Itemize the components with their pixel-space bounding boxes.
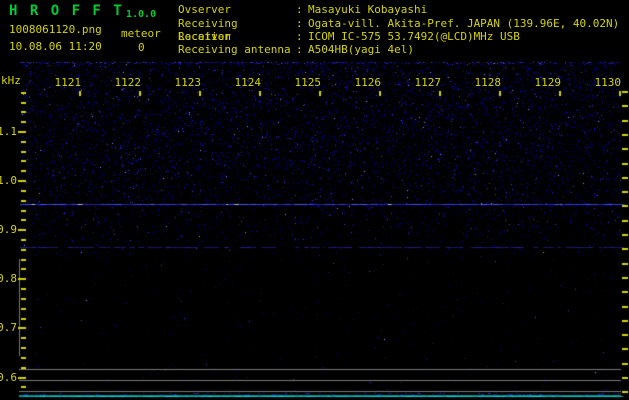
- app-version: 1.0.0: [126, 9, 157, 20]
- y-tick-label: 0.8: [0, 272, 17, 285]
- info-label: Receiving antenna: [178, 43, 291, 56]
- info-row-antenna: Receiving antenna: A504HB(yagi 4el): [178, 43, 414, 56]
- info-value: ICOM IC-575 53.7492(@LCD)MHz USB: [308, 30, 520, 43]
- info-separator: :: [296, 43, 303, 56]
- file-datetime: 10.08.06 11:20: [9, 40, 102, 53]
- app-title: H R O F F T: [9, 3, 124, 19]
- info-separator: :: [296, 3, 303, 16]
- x-tick-label: 1125: [294, 76, 322, 89]
- x-tick-label: 1127: [414, 76, 442, 89]
- x-tick-label: 1122: [114, 76, 142, 89]
- x-tick-label: 1130: [594, 76, 622, 89]
- x-tick-label: 1124: [234, 76, 262, 89]
- y-tick-label: 0.9: [0, 223, 17, 236]
- x-tick-label: 1128: [474, 76, 502, 89]
- hrofft-window: H R O F F T 1.0.0 1008061120.png 10.08.0…: [0, 0, 629, 400]
- output-filename: 1008061120.png: [9, 23, 102, 36]
- info-label: Receiver: [178, 30, 231, 43]
- y-tick-label: 0.7: [0, 321, 17, 334]
- info-value: A504HB(yagi 4el): [308, 43, 414, 56]
- y-tick-label: 1.0: [0, 174, 17, 187]
- meteor-count-value: 0: [138, 41, 145, 54]
- y-tick-label: 1.1: [0, 125, 17, 138]
- y-axis-unit-label: kHz: [1, 74, 21, 87]
- x-tick-label: 1129: [534, 76, 562, 89]
- info-separator: :: [296, 30, 303, 43]
- meteor-count-label: meteor: [121, 27, 161, 40]
- x-tick-label: 1121: [54, 76, 82, 89]
- x-tick-label: 1123: [174, 76, 202, 89]
- x-tick-label: 1126: [354, 76, 382, 89]
- info-row-observer: Ovserver: Masayuki Kobayashi: [178, 3, 427, 16]
- info-row-receiver: Receiver: ICOM IC-575 53.7492(@LCD)MHz US…: [178, 30, 520, 43]
- spectrogram-canvas: [0, 0, 629, 400]
- y-tick-label: 0.6: [0, 371, 17, 384]
- info-value: Masayuki Kobayashi: [308, 3, 428, 16]
- info-label: Ovserver: [178, 3, 231, 16]
